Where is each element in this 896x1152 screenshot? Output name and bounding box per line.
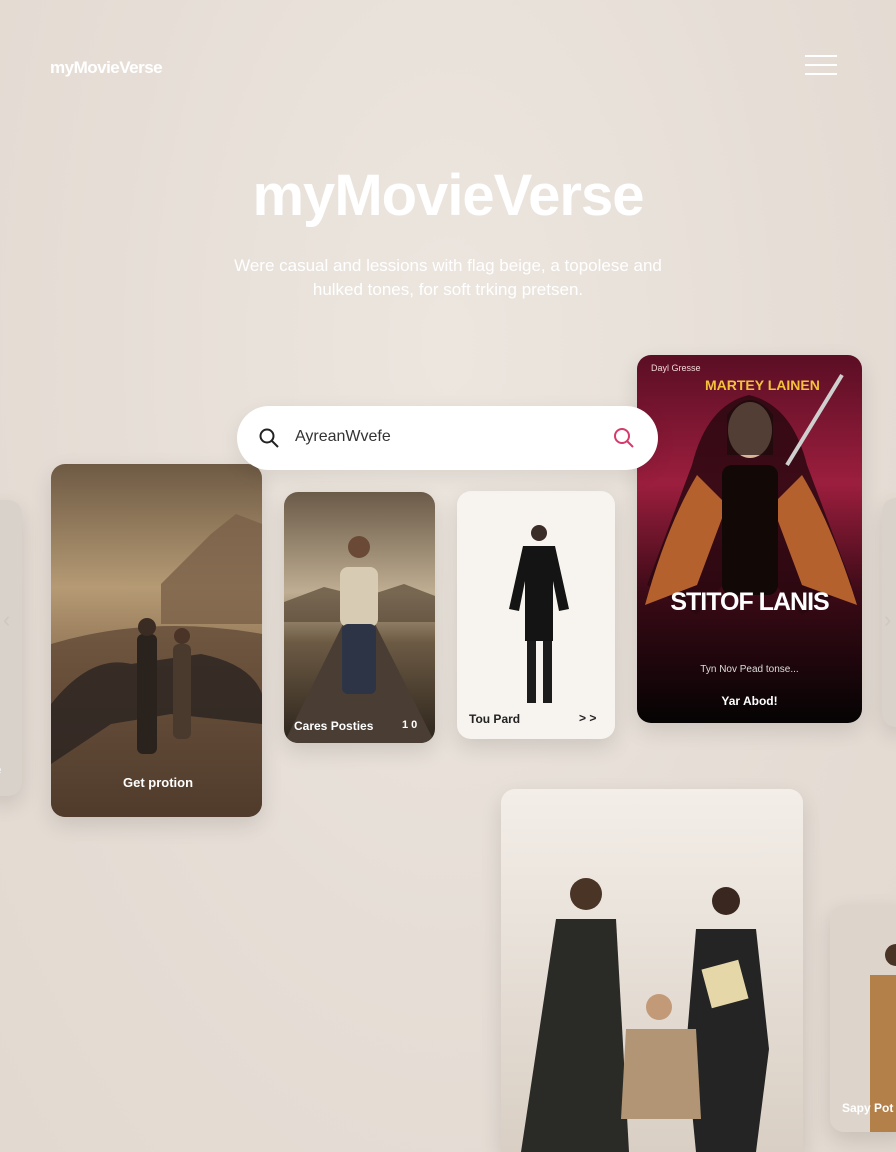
movie-card-poster[interactable]: Dayl Gresse MARTEY LAINEN STITOF LANIS T… xyxy=(637,355,862,723)
hero-subtitle: Were casual and lessions with flag beige… xyxy=(200,254,696,302)
card-white-label: Tou Pard xyxy=(469,712,521,726)
movie-card-right-bottom[interactable]: Sapy Pot xyxy=(830,905,896,1132)
poster-tagline: Tyn Nov Pead tonse... xyxy=(700,664,799,675)
group-scene-image xyxy=(501,789,803,1152)
card-left-partial[interactable]: e xyxy=(0,500,22,796)
brand-logo[interactable]: myMovieVerse xyxy=(50,58,163,78)
search-icon xyxy=(259,428,279,448)
road-scene-image xyxy=(284,492,435,743)
desert-scene-image xyxy=(51,464,262,817)
movie-card-group[interactable] xyxy=(501,789,803,1152)
card-desert-label: Get protion xyxy=(123,775,194,790)
movie-card-desert[interactable]: Get protion xyxy=(51,464,262,817)
card-white-arrow-icon[interactable]: > > xyxy=(579,711,596,725)
carousel-prev-icon[interactable]: ‹ xyxy=(3,607,10,633)
card-road-label: Cares Posties xyxy=(294,719,374,733)
card-road-badge: 1 0 xyxy=(402,719,418,731)
poster-main-title: STITOF LANIS xyxy=(670,588,829,616)
poster-top-title: MARTEY LAINEN xyxy=(705,377,820,393)
carousel-next-icon[interactable]: › xyxy=(884,607,891,633)
search-submit-icon[interactable] xyxy=(613,427,635,449)
card-left-partial-label: e xyxy=(0,762,1,777)
hero-subtitle-line2: hulked tones, for soft trking pretsen. xyxy=(312,280,584,299)
search-input[interactable]: AyreanWvefe xyxy=(295,428,391,446)
poster-top-left: Dayl Gresse xyxy=(651,363,701,373)
hero-title: myMovieVerse xyxy=(252,163,644,228)
poster-cta-button[interactable]: Yar Abod! xyxy=(637,694,862,708)
search-bar[interactable]: AyreanWvefe xyxy=(237,406,658,470)
hero-subtitle-line1: Were casual and lessions with flag beige… xyxy=(234,256,662,275)
movie-card-road[interactable]: Cares Posties 1 0 xyxy=(284,492,435,743)
card-right-bottom-label: Sapy Pot xyxy=(842,1101,894,1115)
white-scene-image xyxy=(457,491,615,739)
right-bottom-scene-image xyxy=(830,905,896,1132)
hamburger-menu-icon[interactable] xyxy=(805,55,837,77)
movie-card-white[interactable]: Tou Pard > > xyxy=(457,491,615,739)
